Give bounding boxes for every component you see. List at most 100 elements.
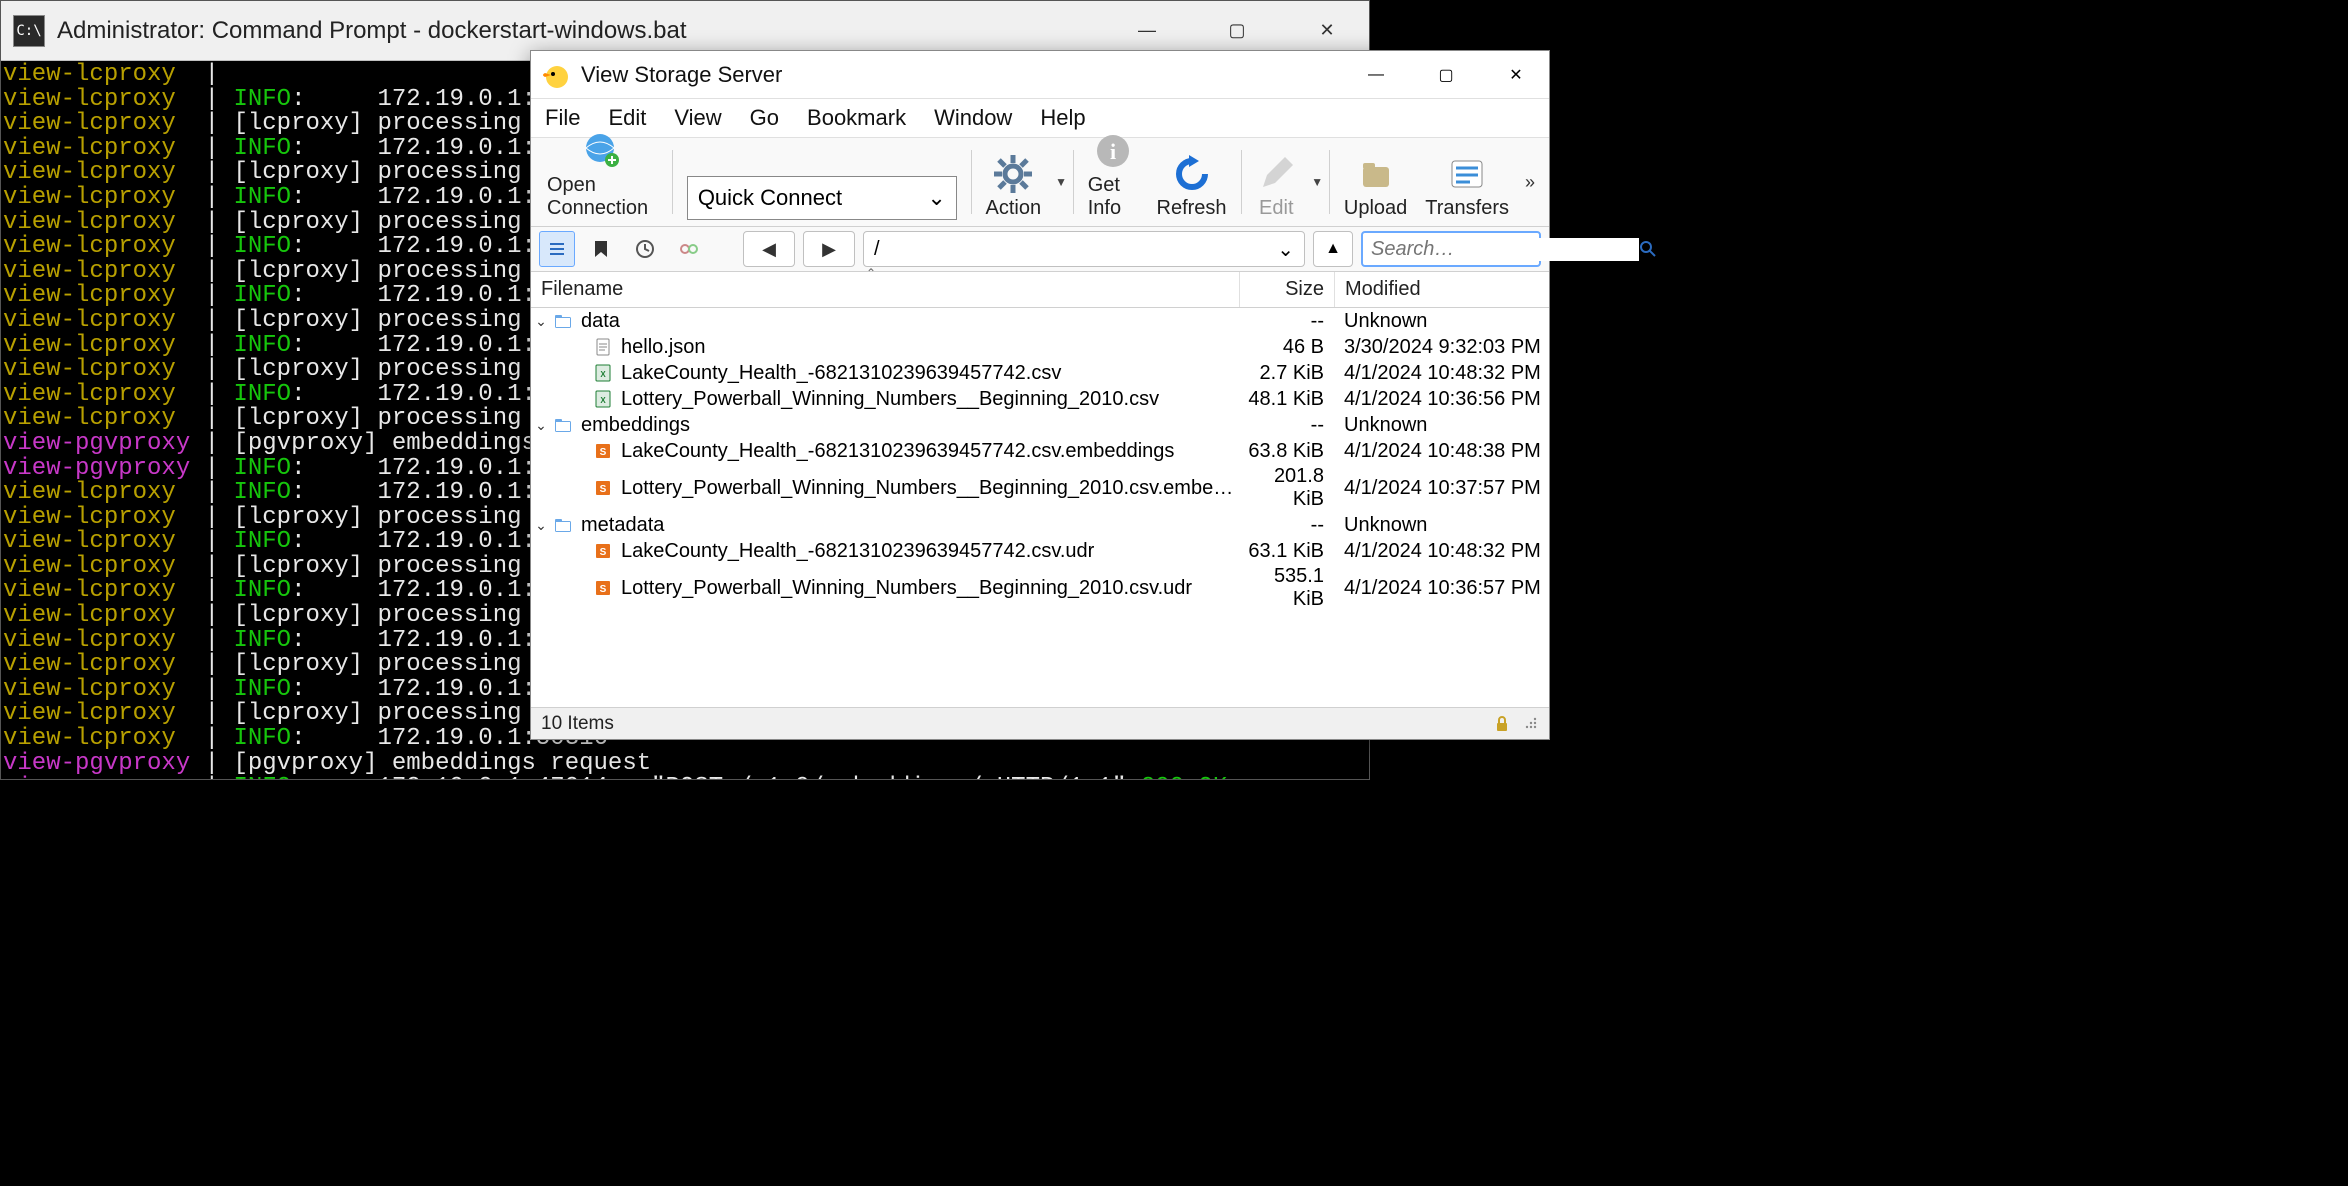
expand-toggle[interactable]: ⌄ [531,417,551,434]
file-size: 63.8 KiB [1239,440,1334,463]
file-modified: 4/1/2024 10:36:56 PM [1334,388,1549,411]
menu-bookmark[interactable]: Bookmark [807,105,906,131]
toolbar-separator [971,150,972,214]
upload-button[interactable]: Upload [1336,142,1415,222]
chevron-down-icon: ⌄ [1277,237,1294,262]
svg-text:X: X [600,396,606,405]
nav-back-button[interactable]: ◀ [743,231,795,267]
cyberduck-icon [541,59,573,91]
info-icon: i [1092,130,1134,172]
bookmark-view-button[interactable] [583,231,619,267]
quick-connect-label: Quick Connect [698,185,842,211]
column-filename[interactable]: Filename [531,272,1239,307]
file-size: -- [1239,414,1334,437]
menu-help[interactable]: Help [1040,105,1085,131]
s-icon: S [591,439,615,463]
get-info-button[interactable]: i Get Info [1080,142,1147,222]
transfers-button[interactable]: Transfers [1417,142,1517,222]
open-connection-button[interactable]: Open Connection [539,142,666,222]
current-path: / [874,238,880,261]
nav-up-button[interactable]: ▲ [1313,231,1353,267]
refresh-button[interactable]: Refresh [1149,142,1235,222]
file-name: Lottery_Powerball_Winning_Numbers__Begin… [621,577,1239,600]
folder-row[interactable]: ⌄embeddings--Unknown [531,412,1549,438]
svg-text:S: S [600,484,607,495]
folder-icon [551,413,575,437]
file-row[interactable]: XLakeCounty_Health_-6821310239639457742.… [531,360,1549,386]
svg-text:X: X [600,370,606,379]
expand-toggle[interactable]: ⌄ [531,313,551,330]
file-row[interactable]: S Lottery_Powerball_Winning_Numbers__Begi… [531,564,1549,612]
file-row[interactable]: S Lottery_Powerball_Winning_Numbers__Begi… [531,464,1549,512]
column-size[interactable]: Size [1239,272,1334,307]
file-name: LakeCounty_Health_-6821310239639457742.c… [621,540,1239,563]
minimize-button[interactable]: — [1353,60,1399,90]
gear-icon [992,153,1034,195]
menu-window[interactable]: Window [934,105,1012,131]
file-modified: Unknown [1334,514,1549,537]
cmd-icon: C:\ [13,15,45,47]
status-item-count: 10 Items [541,713,614,735]
svg-text:i: i [1110,139,1116,164]
close-button[interactable]: ✕ [1493,60,1539,90]
menu-go[interactable]: Go [750,105,779,131]
action-dropdown-icon[interactable]: ▼ [1055,175,1067,189]
maximize-button[interactable]: ▢ [1423,60,1469,90]
expand-toggle[interactable]: ⌄ [531,517,551,534]
column-modified[interactable]: Modified [1334,272,1549,307]
bonjour-view-button[interactable] [671,231,707,267]
file-name: Lottery_Powerball_Winning_Numbers__Begin… [621,477,1239,500]
file-modified: Unknown [1334,414,1549,437]
file-list[interactable]: ⌄data--Unknownhello.json46 B3/30/2024 9:… [531,308,1549,707]
file-row[interactable]: X Lottery_Powerball_Winning_Numbers__Begi… [531,386,1549,412]
pencil-icon [1255,153,1297,195]
file-name: metadata [581,514,1239,537]
maximize-button[interactable]: ▢ [1207,11,1267,51]
file-size: -- [1239,514,1334,537]
file-row[interactable]: SLakeCounty_Health_-6821310239639457742.… [531,438,1549,464]
search-field[interactable] [1361,231,1541,267]
resize-grip-icon[interactable] [1523,715,1539,733]
folder-row[interactable]: ⌄data--Unknown [531,308,1549,334]
svg-text:S: S [600,547,607,558]
nav-forward-button[interactable]: ▶ [803,231,855,267]
file-modified: 4/1/2024 10:48:32 PM [1334,540,1549,563]
file-size: -- [1239,310,1334,333]
menu-view[interactable]: View [674,105,721,131]
file-modified: 4/1/2024 10:48:38 PM [1334,440,1549,463]
menu-file[interactable]: File [545,105,580,131]
file-row[interactable]: hello.json46 B3/30/2024 9:32:03 PM [531,334,1549,360]
file-name: Lottery_Powerball_Winning_Numbers__Begin… [621,388,1239,411]
file-size: 201.8 KiB [1239,465,1334,511]
file-row[interactable]: S LakeCounty_Health_-6821310239639457742.… [531,538,1549,564]
close-button[interactable]: ✕ [1297,11,1357,51]
toolbar-separator [1241,150,1242,214]
file-name: data [581,310,1239,333]
csv-icon: X [591,361,615,385]
file-modified: 4/1/2024 10:37:57 PM [1334,477,1549,500]
list-view-button[interactable] [539,231,575,267]
transfers-icon [1446,153,1488,195]
search-input[interactable] [1371,238,1639,261]
file-modified: 3/30/2024 9:32:03 PM [1334,336,1549,359]
quick-connect-dropdown[interactable]: Quick Connect ⌄ [679,142,965,222]
edit-button[interactable]: Edit [1247,142,1305,222]
history-view-button[interactable] [627,231,663,267]
minimize-button[interactable]: — [1117,11,1177,51]
folder-row[interactable]: ⌄ metadata--Unknown [531,512,1549,538]
toolbar-overflow-button[interactable]: » [1519,172,1541,193]
svg-text:S: S [600,447,607,458]
action-button[interactable]: Action [978,142,1050,222]
file-window-title: View Storage Server [581,62,1353,88]
path-dropdown[interactable]: / ⌄ [863,231,1305,267]
s-icon: S [591,576,615,600]
file-titlebar: View Storage Server — ▢ ✕ [531,51,1549,99]
menu-bar: File Edit View Go Bookmark Window Help [531,99,1549,137]
menu-edit[interactable]: Edit [608,105,646,131]
refresh-icon [1171,153,1213,195]
file-browser-window: View Storage Server — ▢ ✕ File Edit View Go… [530,50,1550,740]
file-size: 535.1 KiB [1239,565,1334,611]
file-modified: 4/1/2024 10:48:32 PM [1334,362,1549,385]
edit-dropdown-icon[interactable]: ▼ [1311,175,1323,189]
svg-text:S: S [600,584,607,595]
